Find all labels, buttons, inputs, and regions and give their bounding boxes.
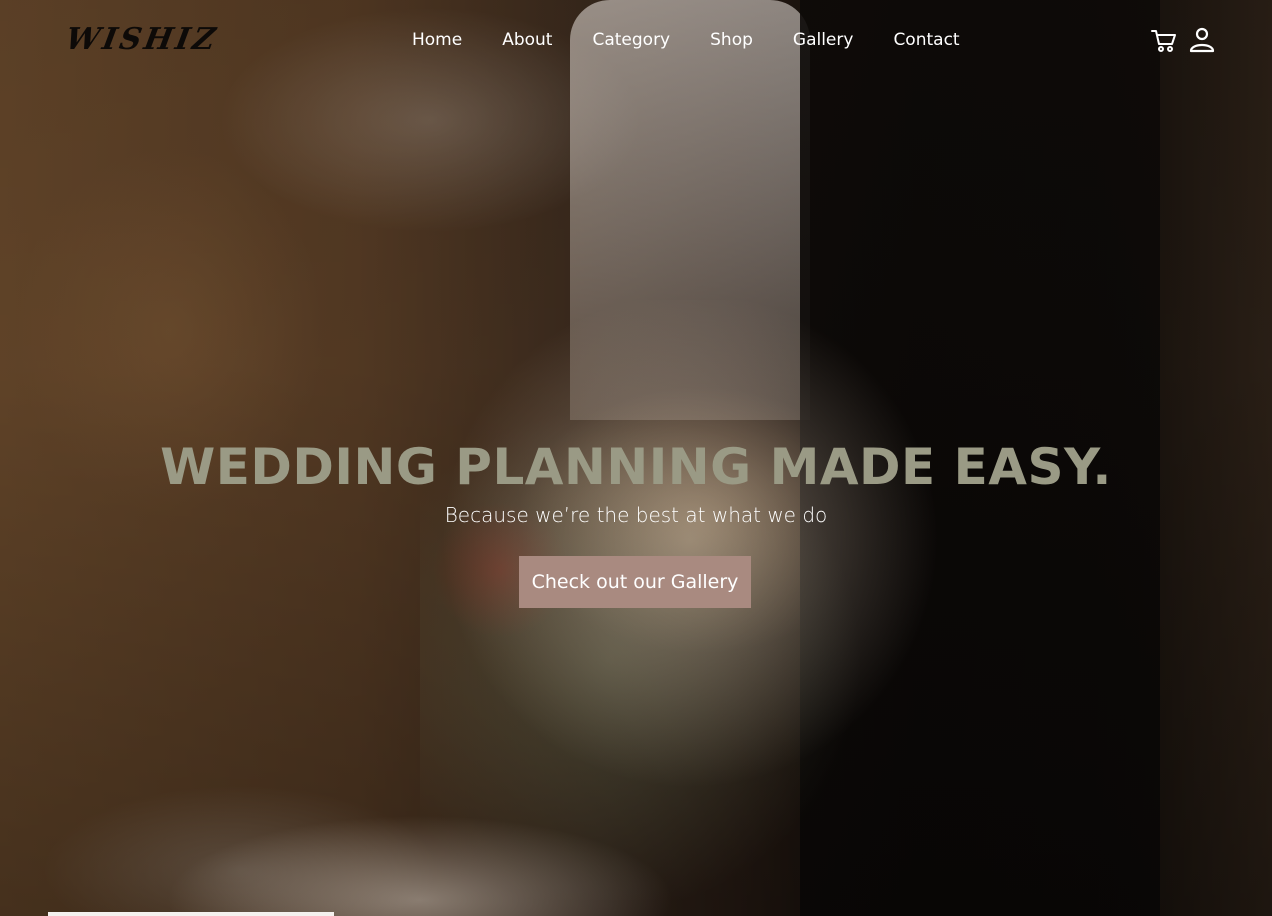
main-menu: Home About Category Shop Gallery Contact (412, 28, 960, 52)
user-icon[interactable] (1188, 26, 1216, 54)
cart-icon[interactable] (1150, 26, 1178, 54)
top-navigation: WISHIZ Home About Category Shop Gallery … (0, 0, 1272, 82)
nav-shop[interactable]: Shop (710, 28, 753, 52)
nav-about[interactable]: About (502, 28, 552, 52)
nav-category[interactable]: Category (592, 28, 670, 52)
nav-gallery[interactable]: Gallery (793, 28, 854, 52)
hero-photo-gown (0, 760, 760, 916)
nav-icons (1150, 26, 1216, 54)
hero-subheadline: Because we’re the best at what we do (444, 503, 828, 527)
nav-contact[interactable]: Contact (893, 28, 959, 52)
nav-home[interactable]: Home (412, 28, 462, 52)
hero-headline: WEDDING PLANNING MADE EASY. (160, 438, 1112, 496)
logo[interactable]: WISHIZ (62, 18, 221, 62)
scroll-indicator (48, 912, 334, 916)
gallery-cta-button[interactable]: Check out our Gallery (519, 556, 751, 608)
